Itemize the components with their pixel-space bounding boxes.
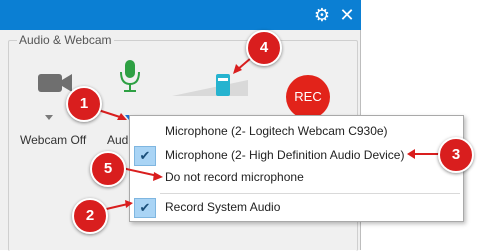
chevron-down-icon <box>45 115 53 120</box>
rec-button[interactable]: REC <box>286 75 330 119</box>
webcam-label: Webcam Off <box>20 133 87 147</box>
microphone-menu: Microphone (2- Logitech Webcam C930e) ✔ … <box>129 115 464 222</box>
checkmark-icon: ✔ <box>134 146 156 166</box>
menu-item-label: Do not record microphone <box>165 170 304 184</box>
callout-badge-2: 2 <box>72 198 108 234</box>
menu-item-label: Microphone (2- Logitech Webcam C930e) <box>165 124 388 138</box>
menu-separator <box>160 193 460 194</box>
audio-label: Aud <box>107 133 129 147</box>
checkmark-icon: ✔ <box>134 198 156 218</box>
menu-item-label: Microphone (2- High Definition Audio Dev… <box>165 148 405 162</box>
menu-item-logitech[interactable]: Microphone (2- Logitech Webcam C930e) <box>130 120 463 142</box>
microphone-icon <box>120 60 140 92</box>
callout-badge-1: 1 <box>66 86 102 122</box>
close-icon[interactable]: ✕ <box>337 5 357 25</box>
menu-item-label: Record System Audio <box>165 200 281 214</box>
menu-item-no-mic[interactable]: Do not record microphone <box>130 166 463 188</box>
callout-badge-3: 3 <box>438 137 474 173</box>
volume-slider-icon[interactable] <box>170 62 250 102</box>
callout-badge-5: 5 <box>90 151 126 187</box>
microphone-button[interactable] <box>108 58 153 123</box>
menu-item-hd-audio[interactable]: ✔ Microphone (2- High Definition Audio D… <box>130 144 463 166</box>
callout-badge-4: 4 <box>246 30 282 66</box>
gear-icon[interactable]: ⚙ <box>312 5 332 25</box>
group-label: Audio & Webcam <box>17 33 114 47</box>
menu-item-system-audio[interactable]: ✔ Record System Audio <box>130 196 463 218</box>
title-bar: ⚙ ✕ <box>0 0 361 30</box>
